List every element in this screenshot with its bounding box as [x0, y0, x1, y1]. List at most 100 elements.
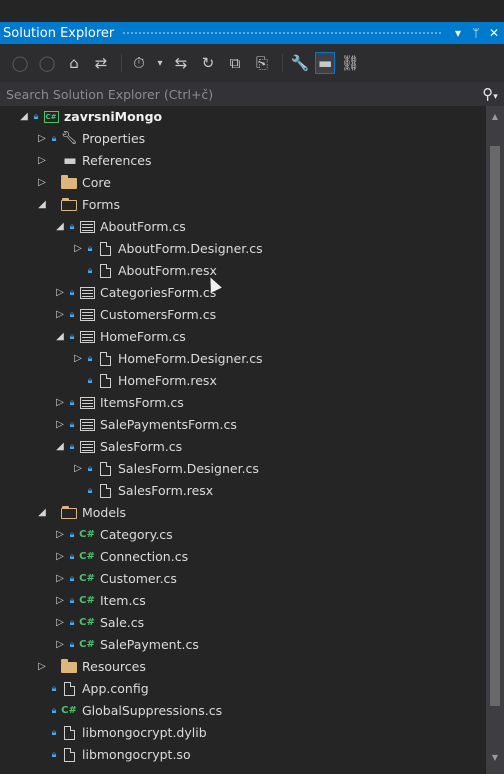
pin-icon[interactable]: ᛘ	[468, 26, 484, 40]
tree-item[interactable]: ◢ 🔒︎ AboutForm.cs	[0, 216, 486, 238]
tree-item[interactable]: ▷ 🔒︎ C# Customer.cs	[0, 568, 486, 590]
scroll-up-icon[interactable]: ▲	[486, 112, 504, 121]
tree-item[interactable]: ▷ Resources	[0, 656, 486, 678]
tree-item[interactable]: ▷ 🔒︎ C# Connection.cs	[0, 546, 486, 568]
properties-wrench-icon[interactable]: 🔧	[288, 52, 312, 74]
tree-item[interactable]: 🔒︎ libmongocrypt.dylib	[0, 722, 486, 744]
tree-item[interactable]: ▷ 🔒︎ C# Category.cs	[0, 524, 486, 546]
expand-chevron-icon[interactable]: ▷	[36, 150, 48, 172]
expand-chevron-icon[interactable]: ▷	[54, 414, 66, 436]
source-control-lock-icon: 🔒︎	[51, 706, 57, 716]
expand-chevron-icon[interactable]: ▷	[54, 590, 66, 612]
expand-chevron-icon[interactable]: ▷	[54, 568, 66, 590]
tree-item[interactable]: ◢ Forms	[0, 194, 486, 216]
tree-item[interactable]: ◢ 🔒︎ HomeForm.cs	[0, 326, 486, 348]
class-diagram-icon[interactable]: ⛓	[338, 52, 362, 74]
expand-chevron-icon[interactable]: ▷	[54, 546, 66, 568]
back-icon[interactable]: ◯	[8, 52, 32, 74]
tree-item[interactable]: ▷ Core	[0, 172, 486, 194]
tree-item[interactable]: 🔒︎ libmongocrypt.so	[0, 744, 486, 766]
source-control-lock-icon: 🔒︎	[51, 684, 57, 694]
expand-chevron-icon[interactable]: ▷	[54, 524, 66, 546]
top-strip	[0, 0, 504, 22]
panel-title-bar[interactable]: Solution Explorer ▾ ᛘ ✕	[0, 22, 504, 44]
source-control-lock-icon: 🔒︎	[69, 574, 75, 584]
tree-item[interactable]: 🔒︎ C# GlobalSuppressions.cs	[0, 700, 486, 722]
collapse-chevron-icon[interactable]: ◢	[18, 106, 30, 128]
search-input[interactable]	[0, 85, 476, 103]
designer-icon	[96, 238, 114, 260]
forward-icon[interactable]: ◯	[35, 52, 59, 74]
tree-item[interactable]: ▷ 🔒︎ 🔧︎ Properties	[0, 128, 486, 150]
tree-item[interactable]: ▷ 🔒︎ ItemsForm.cs	[0, 392, 486, 414]
refresh-icon[interactable]: ↻	[196, 52, 220, 74]
tree-item[interactable]: ▷ 🔒︎ SalePaymentsForm.cs	[0, 414, 486, 436]
vertical-scrollbar[interactable]: ▲ ▼	[486, 106, 504, 774]
tree-item[interactable]: ▷ ▪▪ References	[0, 150, 486, 172]
source-control-lock-icon: 🔒︎	[69, 640, 75, 650]
tree-item-label: CategoriesForm.cs	[100, 285, 217, 300]
pending-changes-dropdown-icon[interactable]: ▾	[154, 52, 166, 74]
preview-selected-items-icon[interactable]: ▬	[315, 52, 336, 74]
expand-chevron-icon[interactable]: ▷	[72, 238, 84, 260]
show-all-files-icon[interactable]: ⎘	[250, 52, 274, 74]
tree-item-label: App.config	[82, 681, 149, 696]
switch-views-icon[interactable]: ⇆	[169, 52, 193, 74]
expand-chevron-icon[interactable]: ▷	[54, 612, 66, 634]
expand-chevron-icon[interactable]: ▷	[36, 128, 48, 150]
tree-item[interactable]: ▷ 🔒︎ C# Item.cs	[0, 590, 486, 612]
collapse-chevron-icon[interactable]: ◢	[54, 436, 66, 458]
file-icon	[60, 744, 78, 766]
close-icon[interactable]: ✕	[486, 26, 502, 40]
folder-icon	[60, 172, 78, 194]
expand-chevron-icon[interactable]: ▷	[54, 634, 66, 656]
file-icon	[60, 722, 78, 744]
collapse-chevron-icon[interactable]: ◢	[54, 326, 66, 348]
tree-item-label: HomeForm.Designer.cs	[118, 351, 263, 366]
collapse-chevron-icon[interactable]: ◢	[54, 216, 66, 238]
expand-chevron-icon[interactable]: ▷	[36, 172, 48, 194]
pending-changes-filter-icon[interactable]: ⏱	[127, 52, 151, 74]
tree-item[interactable]: ▷ 🔒︎ AboutForm.Designer.cs	[0, 238, 486, 260]
tree-item[interactable]: ▷ 🔒︎ CustomersForm.cs	[0, 304, 486, 326]
source-control-lock-icon: 🔒︎	[69, 398, 75, 408]
tree-item[interactable]: ▷ 🔒︎ HomeForm.Designer.cs	[0, 348, 486, 370]
collapse-chevron-icon[interactable]: ◢	[36, 194, 48, 216]
expand-chevron-icon[interactable]: ▷	[54, 282, 66, 304]
tree-item[interactable]: 🔒︎ SalesForm.resx	[0, 480, 486, 502]
expand-chevron-icon[interactable]: ▷	[36, 656, 48, 678]
tree-item[interactable]: ◢ 🔒︎ SalesForm.cs	[0, 436, 486, 458]
sync-with-active-document-icon[interactable]: ⇄	[89, 52, 113, 74]
tree-item-label: Customer.cs	[100, 571, 177, 586]
expand-chevron-icon[interactable]: ▷	[54, 392, 66, 414]
source-control-lock-icon: 🔒︎	[69, 596, 75, 606]
designer-icon	[96, 370, 114, 392]
tree-item-label: HomeForm.cs	[100, 329, 186, 344]
collapse-chevron-icon[interactable]: ◢	[36, 502, 48, 524]
tree-item[interactable]: 🔒︎ AboutForm.resx	[0, 260, 486, 282]
tree-item[interactable]: ▷ 🔒︎ C# Sale.cs	[0, 612, 486, 634]
collapse-all-icon[interactable]: ⧉	[223, 52, 247, 74]
drag-grip[interactable]	[122, 30, 442, 36]
home-icon[interactable]: ⌂	[62, 52, 86, 74]
source-control-lock-icon: 🔒︎	[69, 310, 75, 320]
csharp-icon: C#	[79, 617, 95, 628]
scroll-thumb[interactable]	[490, 146, 500, 706]
expand-chevron-icon[interactable]: ▷	[72, 458, 84, 480]
tree-item-label: References	[82, 153, 152, 168]
scroll-down-icon[interactable]: ▼	[486, 753, 504, 762]
tree-item[interactable]: 🔒︎ App.config	[0, 678, 486, 700]
tree-item[interactable]: 🔒︎ HomeForm.resx	[0, 370, 486, 392]
source-control-lock-icon: 🔒︎	[87, 354, 93, 364]
expand-chevron-icon[interactable]: ▷	[72, 348, 84, 370]
search-icon[interactable]: ⚲▾	[476, 85, 504, 103]
tree-item-label: GlobalSuppressions.cs	[82, 703, 223, 718]
tree-item[interactable]: ▷ 🔒︎ CategoriesForm.cs	[0, 282, 486, 304]
expand-chevron-icon[interactable]: ▷	[54, 304, 66, 326]
tree-item[interactable]: ▷ 🔒︎ SalesForm.Designer.cs	[0, 458, 486, 480]
tree-item-label: CustomersForm.cs	[100, 307, 217, 322]
tree-item[interactable]: ◢ 🔒︎ C# zavrsniMongo	[0, 106, 486, 128]
window-position-dropdown-icon[interactable]: ▾	[450, 26, 466, 40]
tree-item[interactable]: ▷ 🔒︎ C# SalePayment.cs	[0, 634, 486, 656]
tree-item[interactable]: ◢ Models	[0, 502, 486, 524]
